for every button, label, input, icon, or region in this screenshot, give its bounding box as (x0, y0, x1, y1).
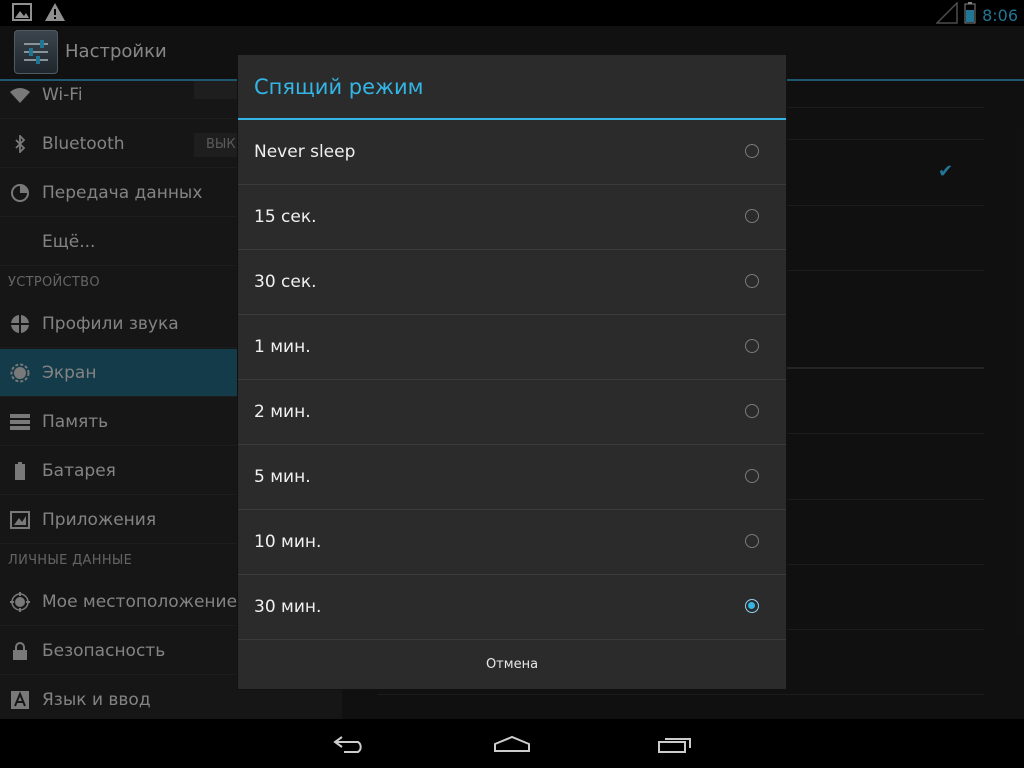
back-icon[interactable] (330, 730, 370, 758)
option-label: 30 мин. (254, 597, 322, 617)
option-label: 10 мин. (254, 532, 322, 552)
radio-button[interactable] (745, 534, 759, 548)
dialog-title: Спящий режим (254, 75, 424, 99)
option-5-min[interactable]: 5 мин. (238, 445, 786, 510)
option-2-min[interactable]: 2 мин. (238, 380, 786, 445)
option-label: Never sleep (254, 142, 356, 162)
sleep-mode-dialog: Спящий режим Never sleep 15 сек. 30 сек.… (238, 55, 786, 689)
radio-button[interactable] (745, 339, 759, 353)
option-10-min[interactable]: 10 мин. (238, 510, 786, 575)
recent-apps-icon[interactable] (655, 730, 695, 758)
radio-button[interactable] (745, 144, 759, 158)
option-never-sleep[interactable]: Never sleep (238, 120, 786, 185)
option-30-sec[interactable]: 30 сек. (238, 250, 786, 315)
option-label: 15 сек. (254, 207, 317, 227)
option-30-min[interactable]: 30 мин. (238, 575, 786, 640)
option-label: 5 мин. (254, 467, 311, 487)
option-label: 30 сек. (254, 272, 317, 292)
radio-button[interactable] (745, 209, 759, 223)
option-label: 1 мин. (254, 337, 311, 357)
option-1-min[interactable]: 1 мин. (238, 315, 786, 380)
radio-button[interactable] (745, 469, 759, 483)
radio-button[interactable] (745, 404, 759, 418)
navigation-bar (0, 720, 1024, 768)
option-label: 2 мин. (254, 402, 311, 422)
radio-button-selected[interactable] (745, 599, 759, 613)
radio-button[interactable] (745, 274, 759, 288)
home-icon[interactable] (492, 730, 532, 758)
cancel-button[interactable]: Отмена (238, 640, 786, 689)
option-15-sec[interactable]: 15 сек. (238, 185, 786, 250)
